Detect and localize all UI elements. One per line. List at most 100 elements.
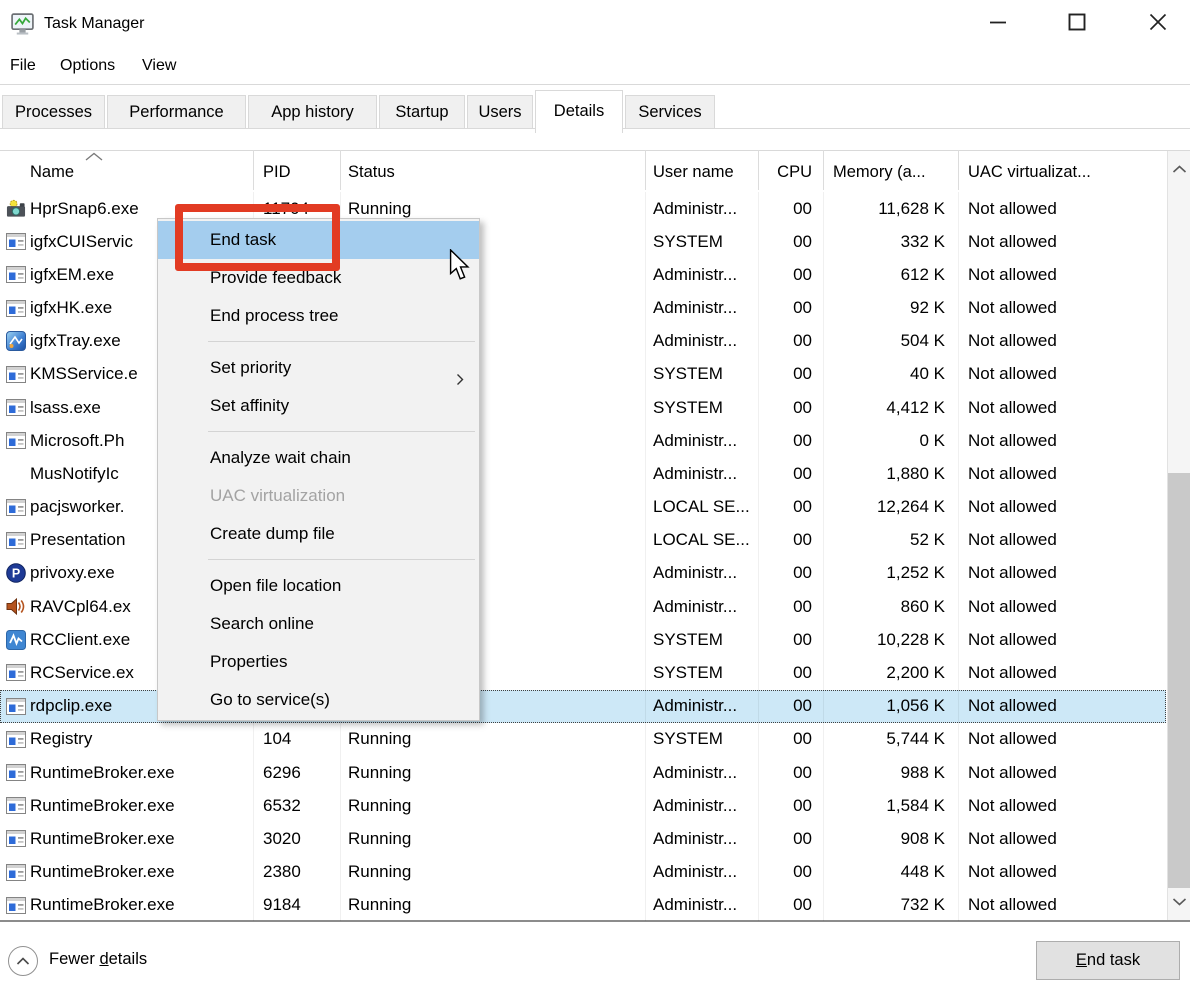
column-header-cpu[interactable]: CPU <box>758 151 823 190</box>
cell-cpu: 00 <box>758 829 823 849</box>
cell-cpu: 00 <box>758 530 823 550</box>
cell-uac: Not allowed <box>958 331 1166 351</box>
maximize-button[interactable] <box>1067 12 1087 32</box>
app-window-icon <box>6 796 26 816</box>
scroll-up-icon[interactable] <box>1172 165 1187 175</box>
cell-user: SYSTEM <box>645 398 758 418</box>
cell-memory: 92 K <box>823 298 958 318</box>
app-window-icon <box>6 895 26 915</box>
menu-item-go-to-service-s-[interactable]: Go to service(s) <box>158 681 479 719</box>
cell-memory: 40 K <box>823 364 958 384</box>
process-row[interactable]: RuntimeBroker.exe6532RunningAdministr...… <box>0 789 1166 822</box>
tab-startup[interactable]: Startup <box>379 95 465 129</box>
app-window-icon <box>6 265 26 285</box>
cell-cpu: 00 <box>758 763 823 783</box>
cell-uac: Not allowed <box>958 431 1166 451</box>
cell-user: Administr... <box>645 464 758 484</box>
cell-uac: Not allowed <box>958 796 1166 816</box>
cell-user: SYSTEM <box>645 729 758 749</box>
cell-memory: 11,628 K <box>823 199 958 219</box>
menu-view[interactable]: View <box>142 48 176 84</box>
column-header-name[interactable]: Name <box>0 151 253 190</box>
vertical-scrollbar[interactable] <box>1167 151 1190 920</box>
intel-gfx-tray-icon <box>6 331 26 351</box>
cell-user: Administr... <box>645 331 758 351</box>
menu-item-set-priority[interactable]: Set priority <box>158 349 479 387</box>
column-header-pid[interactable]: PID <box>253 151 340 190</box>
cell-cpu: 00 <box>758 298 823 318</box>
cell-cpu: 00 <box>758 729 823 749</box>
cell-name: RuntimeBroker.exe <box>0 889 253 922</box>
menu-item-set-affinity[interactable]: Set affinity <box>158 387 479 425</box>
cell-cpu: 00 <box>758 663 823 683</box>
cell-pid: 2380 <box>253 862 340 882</box>
fewer-details-toggle[interactable]: Fewer details <box>49 950 147 969</box>
app-window-icon <box>6 431 26 451</box>
privoxy-icon: P <box>6 563 26 583</box>
cell-uac: Not allowed <box>958 563 1166 583</box>
tab-details[interactable]: Details <box>535 90 623 133</box>
menu-item-end-process-tree[interactable]: End process tree <box>158 297 479 335</box>
close-button[interactable] <box>1148 12 1168 32</box>
cell-name: RuntimeBroker.exe <box>0 855 253 888</box>
process-row[interactable]: RuntimeBroker.exe6296RunningAdministr...… <box>0 756 1166 789</box>
cell-uac: Not allowed <box>958 364 1166 384</box>
menu-item-search-online[interactable]: Search online <box>158 605 479 643</box>
cell-memory: 4,412 K <box>823 398 958 418</box>
app-window-icon <box>6 232 26 252</box>
cell-user: Administr... <box>645 563 758 583</box>
scrollbar-thumb[interactable] <box>1168 473 1190 888</box>
app-window-icon <box>6 398 26 418</box>
cell-user: Administr... <box>645 199 758 219</box>
cell-cpu: 00 <box>758 199 823 219</box>
minimize-button[interactable] <box>988 12 1008 32</box>
tab-processes[interactable]: Processes <box>2 95 105 129</box>
menu-separator <box>158 553 479 567</box>
menubar-separator <box>0 84 1190 85</box>
cell-cpu: 00 <box>758 895 823 915</box>
app-window-icon <box>6 696 26 716</box>
collapse-details-icon[interactable] <box>8 946 38 976</box>
cell-cpu: 00 <box>758 398 823 418</box>
cell-user: LOCAL SE... <box>645 497 758 517</box>
column-header-status[interactable]: Status <box>340 151 645 190</box>
column-header-uac[interactable]: UAC virtualizat... <box>958 151 1166 190</box>
cell-pid: 6532 <box>253 796 340 816</box>
cell-cpu: 00 <box>758 431 823 451</box>
column-header-memory[interactable]: Memory (a... <box>823 151 958 190</box>
menubar: File Options View <box>0 48 1190 84</box>
cell-user: Administr... <box>645 895 758 915</box>
end-task-button[interactable]: End task <box>1036 941 1180 980</box>
cell-uac: Not allowed <box>958 199 1166 219</box>
menu-item-open-file-location[interactable]: Open file location <box>158 567 479 605</box>
tab-users[interactable]: Users <box>467 95 533 129</box>
menu-file[interactable]: File <box>10 48 36 84</box>
tab-services[interactable]: Services <box>625 95 715 129</box>
cell-name: RuntimeBroker.exe <box>0 789 253 822</box>
menu-item-analyze-wait-chain[interactable]: Analyze wait chain <box>158 439 479 477</box>
menu-item-create-dump-file[interactable]: Create dump file <box>158 515 479 553</box>
cell-uac: Not allowed <box>958 398 1166 418</box>
column-header-user[interactable]: User name <box>645 151 758 190</box>
process-row[interactable]: RuntimeBroker.exe3020RunningAdministr...… <box>0 822 1166 855</box>
scroll-down-icon[interactable] <box>1172 897 1187 907</box>
cell-pid: 3020 <box>253 829 340 849</box>
task-manager-app-icon <box>10 11 35 41</box>
menu-item-uac-virtualization[interactable]: UAC virtualization <box>158 477 479 515</box>
cell-memory: 612 K <box>823 265 958 285</box>
process-row[interactable]: Registry104RunningSYSTEM005,744 KNot all… <box>0 723 1166 756</box>
cell-pid: 104 <box>253 729 340 749</box>
cell-name: RuntimeBroker.exe <box>0 756 253 789</box>
tab-performance[interactable]: Performance <box>107 95 246 129</box>
cell-user: Administr... <box>645 796 758 816</box>
process-row[interactable]: RuntimeBroker.exe2380RunningAdministr...… <box>0 855 1166 888</box>
process-row[interactable]: RuntimeBroker.exe9184RunningAdministr...… <box>0 889 1166 922</box>
mouse-cursor <box>449 249 470 281</box>
menu-item-properties[interactable]: Properties <box>158 643 479 681</box>
menu-options[interactable]: Options <box>60 48 115 84</box>
cell-cpu: 00 <box>758 796 823 816</box>
tab-app-history[interactable]: App history <box>248 95 377 129</box>
cell-cpu: 00 <box>758 331 823 351</box>
cell-uac: Not allowed <box>958 464 1166 484</box>
cell-status: Running <box>340 763 645 783</box>
